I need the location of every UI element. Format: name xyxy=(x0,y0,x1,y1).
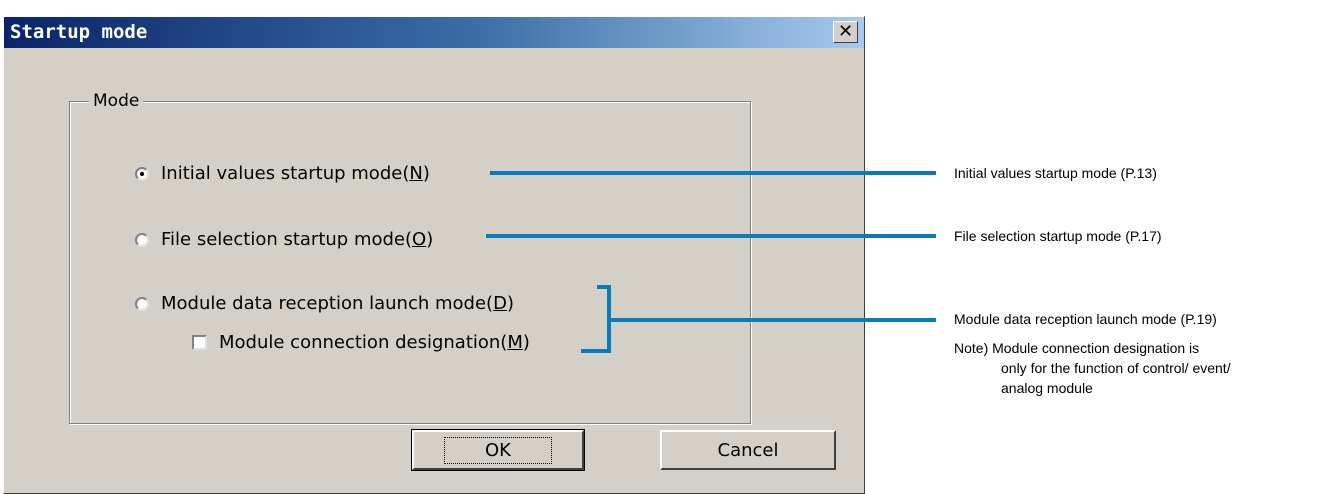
mode-groupbox xyxy=(69,101,751,424)
callout-line-initial xyxy=(490,171,936,175)
note-prefix: Note) xyxy=(954,340,989,356)
callout-note: Note) Module connection designation is xyxy=(954,338,1199,358)
ok-button[interactable]: OK xyxy=(411,429,585,471)
close-button[interactable]: ✕ xyxy=(833,21,858,43)
radio-button-module[interactable] xyxy=(135,296,149,311)
initial-values-radio-option[interactable]: Initial values startup mode(N) xyxy=(135,163,430,184)
callout-line-file xyxy=(486,234,936,238)
dialog-title: Startup mode xyxy=(10,21,148,43)
radio-button-file[interactable] xyxy=(135,232,149,247)
callout-module-data: Module data reception launch mode (P.19) xyxy=(954,311,1217,327)
cancel-label: Cancel xyxy=(717,439,779,461)
module-data-label: Module data reception launch mode(D) xyxy=(161,293,514,314)
callout-initial-values: Initial values startup mode (P.13) xyxy=(954,165,1157,181)
startup-mode-dialog: Startup mode ✕ Mode Initial values start… xyxy=(3,16,865,494)
file-selection-radio-option[interactable]: File selection startup mode(O) xyxy=(135,229,433,250)
bracket-bottom xyxy=(581,349,611,353)
initial-values-label: Initial values startup mode(N) xyxy=(161,163,430,184)
file-selection-label: File selection startup mode(O) xyxy=(161,229,434,250)
cancel-button[interactable]: Cancel xyxy=(660,430,836,470)
callout-file-selection: File selection startup mode (P.17) xyxy=(954,228,1162,244)
module-connection-checkbox-option[interactable]: Module connection designation(M) xyxy=(192,332,530,353)
close-icon: ✕ xyxy=(837,21,854,42)
module-connection-checkbox[interactable] xyxy=(192,335,207,350)
note-line2: only for the function of control/ event/ xyxy=(1001,360,1231,376)
note-line3: analog module xyxy=(1001,380,1093,396)
callout-line-module xyxy=(611,318,936,322)
radio-button-initial[interactable] xyxy=(135,166,149,181)
module-connection-label: Module connection designation(M) xyxy=(219,332,530,353)
ok-label: OK xyxy=(444,436,552,464)
module-data-radio-option[interactable]: Module data reception launch mode(D) xyxy=(135,293,514,314)
title-bar[interactable]: Startup mode ✕ xyxy=(4,17,864,48)
mode-group-label: Mode xyxy=(89,91,144,111)
note-line1: Module connection designation is xyxy=(992,340,1200,356)
